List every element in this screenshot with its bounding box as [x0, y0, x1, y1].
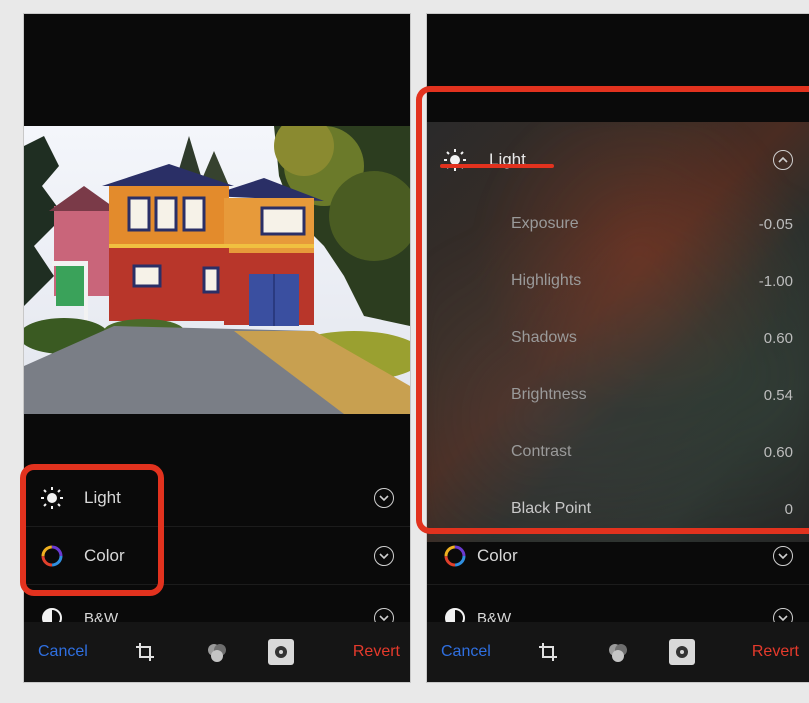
cancel-button[interactable]: Cancel [441, 643, 491, 661]
chevron-up-icon[interactable] [773, 150, 793, 170]
slider-label: Highlights [511, 272, 582, 289]
adjustment-label: Color [477, 546, 518, 565]
slider-label: Shadows [511, 329, 577, 346]
slider-label: Exposure [511, 215, 579, 232]
bottom-toolbar: Cancel Revert [427, 622, 809, 682]
house-photo [24, 126, 410, 414]
slider-label: Contrast [511, 443, 572, 460]
color-wheel-icon [38, 542, 66, 570]
bottom-toolbar: Cancel Revert [24, 622, 410, 682]
slider-label: Brightness [511, 386, 587, 403]
revert-button[interactable]: Revert [353, 643, 400, 661]
adjustment-label: Color [84, 546, 125, 565]
filters-icon[interactable] [204, 639, 230, 665]
chevron-down-icon[interactable] [773, 546, 793, 566]
slider-value: 0.54 [763, 386, 793, 404]
cancel-button[interactable]: Cancel [38, 643, 88, 661]
adjust-icon[interactable] [669, 639, 695, 665]
slider-row-brightness[interactable]: Brightness 0.54 [427, 367, 809, 423]
adjustment-label: Light [84, 488, 121, 507]
left-editor-screen: Light Color B&W Cancel Revert [24, 14, 410, 682]
slider-label: Black Point [511, 500, 592, 517]
slider-value: 0.60 [763, 329, 793, 347]
crop-icon[interactable] [535, 639, 561, 665]
light-header-row[interactable]: Light [427, 132, 809, 188]
adjustment-row-light[interactable]: Light [24, 470, 410, 526]
slider-value: -0.05 [758, 215, 793, 233]
adjust-icon[interactable] [268, 639, 294, 665]
divider [427, 584, 809, 585]
slider-value: 0.60 [763, 443, 793, 461]
chevron-down-icon[interactable] [374, 546, 394, 566]
slider-value: -1.00 [758, 272, 793, 290]
light-adjustment-panel: Light Exposure -0.05 Highlights -1.00 Sh… [427, 122, 809, 542]
sun-icon [441, 146, 469, 174]
chevron-down-icon[interactable] [374, 488, 394, 508]
adjustment-row-color[interactable]: Color [24, 528, 410, 584]
right-editor-screen: Light Exposure -0.05 Highlights -1.00 Sh… [427, 14, 809, 682]
crop-icon[interactable] [132, 639, 158, 665]
revert-button[interactable]: Revert [752, 643, 799, 661]
slider-value: 0 [784, 500, 793, 518]
slider-row-exposure[interactable]: Exposure -0.05 [427, 196, 809, 252]
slider-row-shadows[interactable]: Shadows 0.60 [427, 310, 809, 366]
annotation-underline [440, 164, 554, 168]
adjustment-row-color[interactable]: Color [427, 528, 809, 584]
divider [24, 584, 410, 585]
color-wheel-icon [441, 542, 469, 570]
slider-row-contrast[interactable]: Contrast 0.60 [427, 424, 809, 480]
filters-icon[interactable] [605, 639, 631, 665]
sun-icon [38, 484, 66, 512]
slider-row-highlights[interactable]: Highlights -1.00 [427, 253, 809, 309]
divider [24, 526, 410, 527]
